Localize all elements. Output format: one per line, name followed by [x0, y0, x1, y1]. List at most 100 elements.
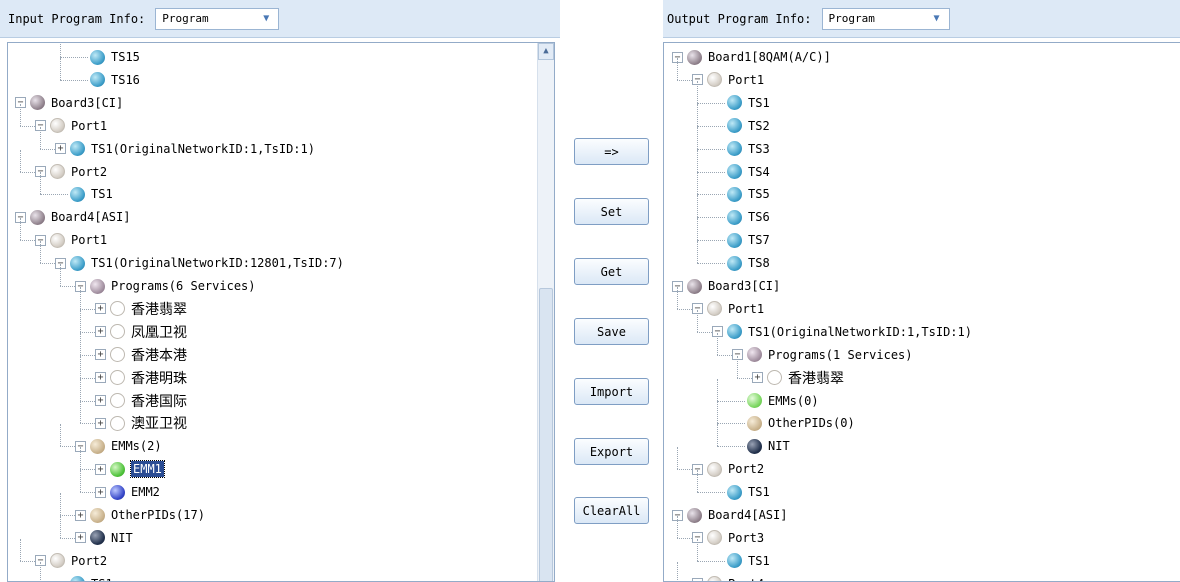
tree-node[interactable]: − TS1(OriginalNetworkID:1,TsID:1) [712, 321, 972, 343]
tree-node[interactable]: TS5 [727, 183, 770, 205]
tree-connector [20, 218, 21, 241]
input-program-select[interactable]: Program ▼ [155, 7, 280, 30]
tree-node[interactable]: TS2 [727, 115, 770, 137]
expand-icon[interactable]: + [752, 372, 763, 384]
tree-node[interactable]: − Port1 [35, 115, 107, 137]
tree-node[interactable]: TS7 [727, 229, 770, 251]
tree-connector [40, 561, 41, 581]
tree-node[interactable]: − Port2 [692, 458, 764, 480]
expand-icon[interactable]: + [95, 486, 106, 498]
tree-node[interactable]: TS3 [727, 138, 770, 160]
tree-node[interactable]: − Port4 [692, 573, 764, 581]
input-header: Input Program Info: Program ▼ [0, 0, 560, 38]
tree-connector [20, 538, 21, 561]
save-button[interactable]: Save [574, 318, 649, 345]
clear-all-button[interactable]: ClearAll [574, 497, 649, 524]
tree-connector [697, 80, 698, 103]
tree-node[interactable]: − Port2 [35, 550, 107, 572]
tree-node[interactable]: + TS1(OriginalNetworkID:1,TsID:1) [55, 138, 315, 160]
tree-node[interactable]: − Board3[CI] [15, 92, 123, 114]
tree-connector [697, 126, 698, 149]
tree-connector [677, 537, 692, 539]
expand-icon[interactable]: + [95, 303, 106, 315]
tree-node[interactable]: − Board4[ASI] [672, 504, 787, 526]
tree-connector [60, 493, 61, 515]
tree-node[interactable]: + OtherPIDs(17) [75, 504, 205, 526]
expand-icon[interactable]: + [95, 395, 106, 406]
tree-node[interactable]: − Port1 [35, 229, 107, 251]
tree-node[interactable]: + 香港本港 [95, 344, 187, 366]
node-green-icon [110, 461, 125, 477]
tree-node-label: Board3[CI] [708, 279, 781, 293]
output-program-tree[interactable]: − Board1[8QAM(A/C)] − Port1 TS1 TS2 TS3 TS4 TS5 T… [663, 42, 1180, 582]
tree-node[interactable]: TS1 [727, 481, 770, 503]
node-port-icon [707, 301, 722, 317]
expand-icon[interactable]: + [75, 509, 86, 521]
expand-icon[interactable]: + [95, 463, 106, 475]
output-program-select[interactable]: Program ▼ [821, 7, 950, 30]
tree-connector [677, 57, 678, 80]
tree-node[interactable]: − Board3[CI] [672, 275, 780, 297]
node-board-icon [687, 49, 702, 65]
input-tree-scrollbar[interactable]: ▲ [537, 43, 554, 581]
tree-node[interactable]: TS16 [90, 69, 140, 91]
tree-node[interactable]: TS1 [727, 92, 770, 114]
expand-icon[interactable]: + [95, 349, 106, 361]
tree-node[interactable]: TS6 [727, 206, 770, 228]
node-svc-icon [110, 415, 125, 431]
chevron-down-icon: ▼ [263, 12, 270, 24]
node-ts-icon [727, 255, 742, 271]
get-button[interactable]: Get [574, 258, 649, 285]
tree-node[interactable]: − Port2 [35, 161, 107, 183]
expand-icon[interactable]: + [75, 532, 86, 544]
tree-node[interactable]: − Programs(1 Services) [732, 344, 913, 366]
tree-node[interactable]: EMMs(0) [747, 390, 819, 412]
tree-connector [697, 331, 712, 333]
tree-node[interactable]: + 香港翡翠 [95, 298, 187, 320]
tree-node[interactable]: + 香港明珠 [95, 367, 187, 389]
expand-icon[interactable]: + [95, 417, 106, 429]
tree-node[interactable]: − Board4[ASI] [15, 206, 130, 228]
tree-node[interactable]: − EMMs(2) [75, 435, 162, 457]
tree-node[interactable]: + EMM1 [95, 458, 165, 480]
tree-node[interactable]: − Port1 [692, 69, 764, 91]
expand-icon[interactable]: + [95, 326, 106, 338]
tree-node[interactable]: + EMM2 [95, 481, 160, 503]
tree-connector [697, 538, 698, 561]
tree-node[interactable]: TS1 [70, 573, 113, 581]
tree-connector [60, 57, 61, 80]
tree-node[interactable]: TS8 [727, 252, 770, 274]
tree-node[interactable]: NIT [747, 435, 790, 457]
set-button[interactable]: Set [574, 198, 649, 225]
node-other-icon [90, 507, 105, 523]
tree-node[interactable]: TS4 [727, 161, 770, 183]
node-ts-icon [727, 484, 742, 500]
tree-node[interactable]: − Port3 [692, 527, 764, 549]
tree-node[interactable]: + 香港国际 [95, 390, 187, 412]
tree-node[interactable]: TS1 [727, 550, 770, 572]
tree-node[interactable]: + 澳亚卫视 [95, 412, 187, 434]
tree-node[interactable]: − Board1[8QAM(A/C)] [672, 46, 831, 68]
tree-node[interactable]: + 凤凰卫视 [95, 321, 187, 343]
tree-node[interactable]: − Port1 [692, 298, 764, 320]
export-button[interactable]: Export [574, 438, 649, 465]
collapse-icon[interactable]: − [692, 578, 703, 581]
input-program-info-label: Input Program Info: [8, 11, 146, 26]
tree-node[interactable]: + NIT [75, 527, 133, 549]
tree-node[interactable]: − TS1(OriginalNetworkID:12801,TsID:7) [55, 252, 344, 274]
tree-node[interactable]: − Programs(6 Services) [75, 275, 256, 297]
scrollbar-thumb[interactable] [539, 288, 553, 581]
import-button[interactable]: Import [574, 378, 649, 405]
tree-node[interactable]: TS15 [90, 46, 140, 68]
tree-connector [80, 331, 95, 333]
expand-icon[interactable]: + [95, 372, 106, 384]
scroll-up-arrow-icon[interactable]: ▲ [538, 43, 554, 60]
tree-node[interactable]: TS1 [70, 183, 113, 205]
tree-node[interactable]: + 香港翡翠 [752, 367, 844, 389]
expand-icon[interactable]: + [55, 143, 66, 155]
tree-node[interactable]: OtherPIDs(0) [747, 412, 855, 434]
tree-node-label: TS1(OriginalNetworkID:12801,TsID:7) [91, 256, 344, 271]
input-program-tree[interactable]: ▲ TS15 TS16− Board3[CI] − Port1 + TS1(Original… [7, 42, 555, 582]
move-to-output-button[interactable]: => [574, 138, 649, 165]
node-ts-icon [70, 255, 85, 271]
